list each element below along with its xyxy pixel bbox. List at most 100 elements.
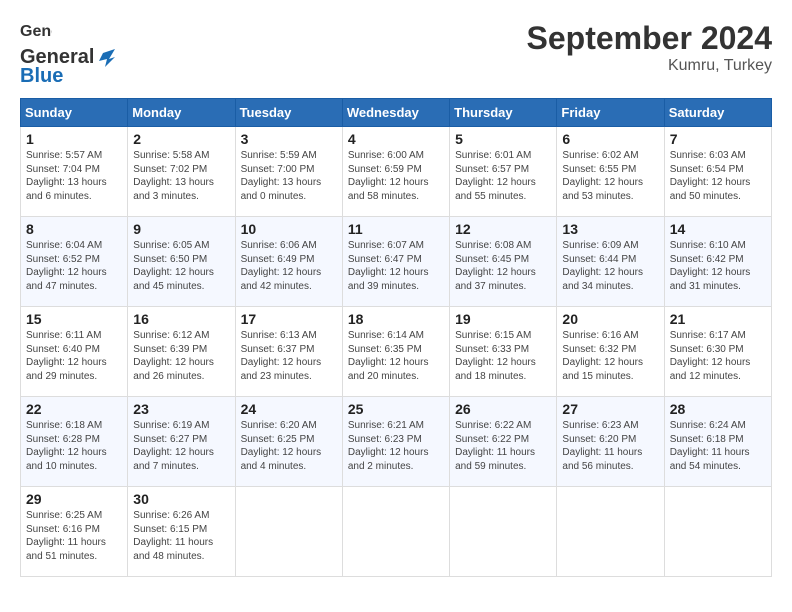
- calendar-week-row: 1 Sunrise: 5:57 AMSunset: 7:04 PMDayligh…: [21, 127, 772, 217]
- svg-text:General: General: [20, 23, 52, 40]
- logo-bird-icon: [95, 47, 117, 69]
- day-number: 18: [348, 311, 444, 327]
- table-row: 19 Sunrise: 6:15 AMSunset: 6:33 PMDaylig…: [450, 307, 557, 397]
- day-detail: Sunrise: 6:08 AMSunset: 6:45 PMDaylight:…: [455, 239, 551, 293]
- table-row: 27 Sunrise: 6:23 AMSunset: 6:20 PMDaylig…: [557, 397, 664, 487]
- table-row: 15 Sunrise: 6:11 AMSunset: 6:40 PMDaylig…: [21, 307, 128, 397]
- table-row: 21 Sunrise: 6:17 AMSunset: 6:30 PMDaylig…: [664, 307, 771, 397]
- calendar-table: Sunday Monday Tuesday Wednesday Thursday…: [20, 98, 772, 577]
- day-number: 14: [670, 221, 766, 237]
- day-number: 15: [26, 311, 122, 327]
- day-detail: Sunrise: 6:05 AMSunset: 6:50 PMDaylight:…: [133, 239, 229, 293]
- col-sunday: Sunday: [21, 99, 128, 127]
- day-number: 19: [455, 311, 551, 327]
- day-number: 1: [26, 131, 122, 147]
- calendar-header-row: Sunday Monday Tuesday Wednesday Thursday…: [21, 99, 772, 127]
- day-number: 21: [670, 311, 766, 327]
- table-row: 24 Sunrise: 6:20 AMSunset: 6:25 PMDaylig…: [235, 397, 342, 487]
- day-detail: Sunrise: 6:16 AMSunset: 6:32 PMDaylight:…: [562, 329, 658, 383]
- day-detail: Sunrise: 6:24 AMSunset: 6:18 PMDaylight:…: [670, 419, 766, 473]
- day-detail: Sunrise: 6:25 AMSunset: 6:16 PMDaylight:…: [26, 509, 122, 563]
- day-number: 27: [562, 401, 658, 417]
- day-number: 26: [455, 401, 551, 417]
- table-row: 17 Sunrise: 6:13 AMSunset: 6:37 PMDaylig…: [235, 307, 342, 397]
- calendar-week-row: 29 Sunrise: 6:25 AMSunset: 6:16 PMDaylig…: [21, 487, 772, 577]
- table-row: 8 Sunrise: 6:04 AMSunset: 6:52 PMDayligh…: [21, 217, 128, 307]
- day-number: 20: [562, 311, 658, 327]
- day-number: 9: [133, 221, 229, 237]
- day-number: 3: [241, 131, 337, 147]
- logo: General General Blue: [20, 20, 117, 88]
- calendar-week-row: 22 Sunrise: 6:18 AMSunset: 6:28 PMDaylig…: [21, 397, 772, 487]
- table-row: 30 Sunrise: 6:26 AMSunset: 6:15 PMDaylig…: [128, 487, 235, 577]
- col-friday: Friday: [557, 99, 664, 127]
- table-row: 11 Sunrise: 6:07 AMSunset: 6:47 PMDaylig…: [342, 217, 449, 307]
- table-row: 29 Sunrise: 6:25 AMSunset: 6:16 PMDaylig…: [21, 487, 128, 577]
- day-detail: Sunrise: 6:14 AMSunset: 6:35 PMDaylight:…: [348, 329, 444, 383]
- calendar-week-row: 8 Sunrise: 6:04 AMSunset: 6:52 PMDayligh…: [21, 217, 772, 307]
- col-monday: Monday: [128, 99, 235, 127]
- table-row: 23 Sunrise: 6:19 AMSunset: 6:27 PMDaylig…: [128, 397, 235, 487]
- day-detail: Sunrise: 6:12 AMSunset: 6:39 PMDaylight:…: [133, 329, 229, 383]
- table-row: 22 Sunrise: 6:18 AMSunset: 6:28 PMDaylig…: [21, 397, 128, 487]
- table-row: 9 Sunrise: 6:05 AMSunset: 6:50 PMDayligh…: [128, 217, 235, 307]
- col-tuesday: Tuesday: [235, 99, 342, 127]
- page-header: General General Blue September 2024 Kumr…: [20, 20, 772, 88]
- day-detail: Sunrise: 6:06 AMSunset: 6:49 PMDaylight:…: [241, 239, 337, 293]
- location: Kumru, Turkey: [527, 57, 772, 75]
- day-detail: Sunrise: 6:03 AMSunset: 6:54 PMDaylight:…: [670, 149, 766, 203]
- logo-blue-text: Blue: [20, 65, 63, 88]
- day-number: 23: [133, 401, 229, 417]
- day-number: 13: [562, 221, 658, 237]
- col-saturday: Saturday: [664, 99, 771, 127]
- table-row: [450, 487, 557, 577]
- day-detail: Sunrise: 6:19 AMSunset: 6:27 PMDaylight:…: [133, 419, 229, 473]
- table-row: 12 Sunrise: 6:08 AMSunset: 6:45 PMDaylig…: [450, 217, 557, 307]
- col-wednesday: Wednesday: [342, 99, 449, 127]
- day-number: 4: [348, 131, 444, 147]
- day-number: 12: [455, 221, 551, 237]
- table-row: [557, 487, 664, 577]
- day-detail: Sunrise: 5:57 AMSunset: 7:04 PMDaylight:…: [26, 149, 122, 203]
- day-number: 5: [455, 131, 551, 147]
- day-detail: Sunrise: 6:23 AMSunset: 6:20 PMDaylight:…: [562, 419, 658, 473]
- day-number: 25: [348, 401, 444, 417]
- table-row: 4 Sunrise: 6:00 AMSunset: 6:59 PMDayligh…: [342, 127, 449, 217]
- table-row: 13 Sunrise: 6:09 AMSunset: 6:44 PMDaylig…: [557, 217, 664, 307]
- day-detail: Sunrise: 6:22 AMSunset: 6:22 PMDaylight:…: [455, 419, 551, 473]
- table-row: 5 Sunrise: 6:01 AMSunset: 6:57 PMDayligh…: [450, 127, 557, 217]
- day-detail: Sunrise: 6:01 AMSunset: 6:57 PMDaylight:…: [455, 149, 551, 203]
- table-row: 16 Sunrise: 6:12 AMSunset: 6:39 PMDaylig…: [128, 307, 235, 397]
- day-detail: Sunrise: 6:09 AMSunset: 6:44 PMDaylight:…: [562, 239, 658, 293]
- day-number: 17: [241, 311, 337, 327]
- day-number: 24: [241, 401, 337, 417]
- table-row: 7 Sunrise: 6:03 AMSunset: 6:54 PMDayligh…: [664, 127, 771, 217]
- table-row: 2 Sunrise: 5:58 AMSunset: 7:02 PMDayligh…: [128, 127, 235, 217]
- logo-icon: General: [20, 20, 52, 46]
- day-detail: Sunrise: 6:07 AMSunset: 6:47 PMDaylight:…: [348, 239, 444, 293]
- day-detail: Sunrise: 6:00 AMSunset: 6:59 PMDaylight:…: [348, 149, 444, 203]
- table-row: 28 Sunrise: 6:24 AMSunset: 6:18 PMDaylig…: [664, 397, 771, 487]
- day-detail: Sunrise: 6:18 AMSunset: 6:28 PMDaylight:…: [26, 419, 122, 473]
- day-detail: Sunrise: 6:17 AMSunset: 6:30 PMDaylight:…: [670, 329, 766, 383]
- table-row: 18 Sunrise: 6:14 AMSunset: 6:35 PMDaylig…: [342, 307, 449, 397]
- day-detail: Sunrise: 5:58 AMSunset: 7:02 PMDaylight:…: [133, 149, 229, 203]
- table-row: 14 Sunrise: 6:10 AMSunset: 6:42 PMDaylig…: [664, 217, 771, 307]
- day-detail: Sunrise: 5:59 AMSunset: 7:00 PMDaylight:…: [241, 149, 337, 203]
- day-number: 22: [26, 401, 122, 417]
- day-number: 28: [670, 401, 766, 417]
- day-detail: Sunrise: 6:02 AMSunset: 6:55 PMDaylight:…: [562, 149, 658, 203]
- day-number: 29: [26, 491, 122, 507]
- day-number: 10: [241, 221, 337, 237]
- day-number: 6: [562, 131, 658, 147]
- table-row: 20 Sunrise: 6:16 AMSunset: 6:32 PMDaylig…: [557, 307, 664, 397]
- day-detail: Sunrise: 6:04 AMSunset: 6:52 PMDaylight:…: [26, 239, 122, 293]
- calendar-week-row: 15 Sunrise: 6:11 AMSunset: 6:40 PMDaylig…: [21, 307, 772, 397]
- day-number: 8: [26, 221, 122, 237]
- day-detail: Sunrise: 6:10 AMSunset: 6:42 PMDaylight:…: [670, 239, 766, 293]
- day-detail: Sunrise: 6:15 AMSunset: 6:33 PMDaylight:…: [455, 329, 551, 383]
- table-row: 10 Sunrise: 6:06 AMSunset: 6:49 PMDaylig…: [235, 217, 342, 307]
- table-row: [235, 487, 342, 577]
- title-area: September 2024 Kumru, Turkey: [527, 20, 772, 75]
- table-row: 1 Sunrise: 5:57 AMSunset: 7:04 PMDayligh…: [21, 127, 128, 217]
